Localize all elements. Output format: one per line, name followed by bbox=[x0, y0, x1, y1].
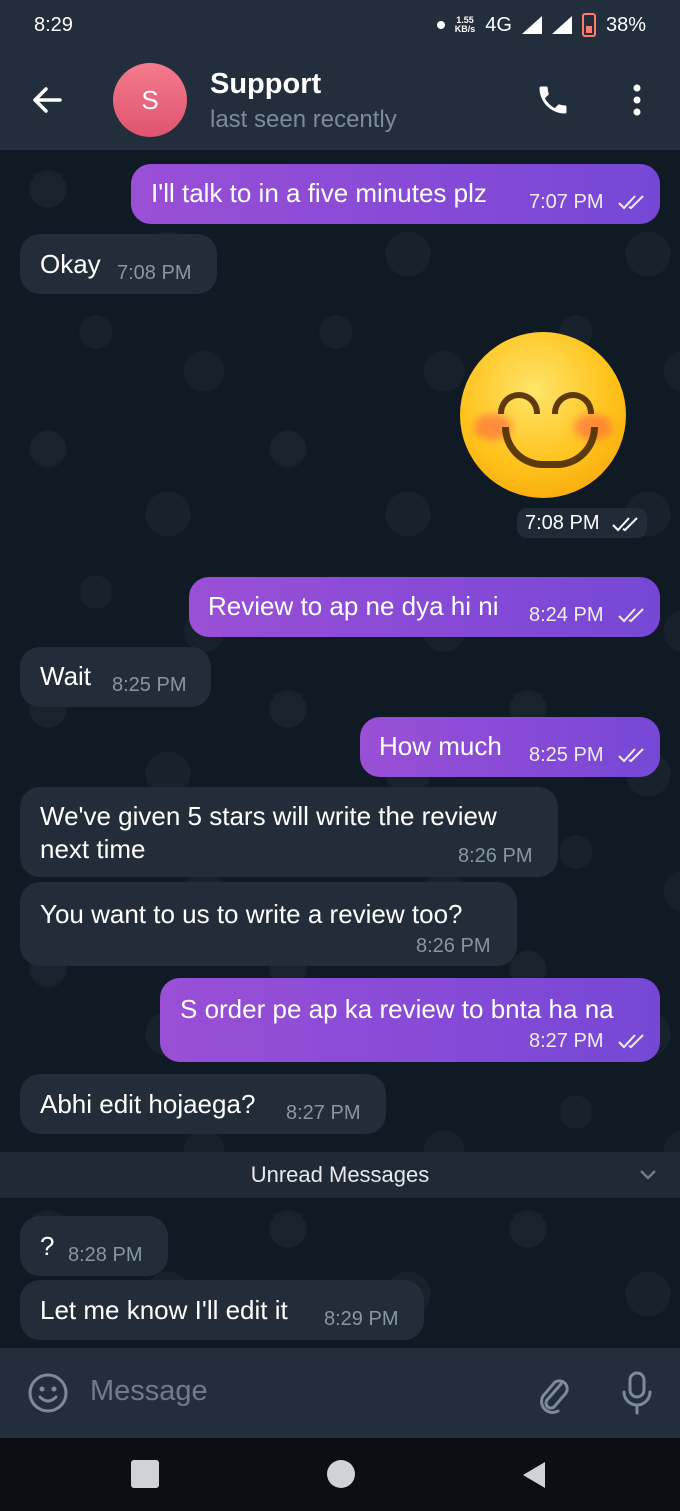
message-text: Review to ap ne dya hi ni bbox=[208, 591, 499, 621]
message-time: 8:27 PM bbox=[529, 1030, 604, 1052]
status-bar: 8:29 1.55 KB/s 4G 38% bbox=[0, 0, 680, 50]
network-type: 4G bbox=[485, 13, 512, 36]
recents-square-icon[interactable] bbox=[131, 1460, 159, 1488]
sticker-smiling-face-icon[interactable] bbox=[460, 332, 626, 498]
unread-messages-divider: Unread Messages bbox=[0, 1152, 680, 1198]
message-text: You want to us to write a review too? bbox=[40, 899, 463, 929]
message-outgoing[interactable]: I'll talk to in a five minutes plz 7:07 … bbox=[131, 164, 660, 224]
back-arrow-icon[interactable] bbox=[30, 82, 66, 118]
message-incoming[interactable]: Okay 7:08 PM bbox=[20, 234, 217, 294]
read-check-icon bbox=[618, 608, 644, 623]
message-text: How much bbox=[379, 731, 502, 761]
battery-percent: 38% bbox=[605, 13, 646, 36]
message-incoming[interactable]: We've given 5 stars will write the revie… bbox=[20, 787, 558, 877]
message-incoming[interactable]: Wait 8:25 PM bbox=[20, 647, 211, 707]
emoji-icon[interactable] bbox=[27, 1372, 69, 1414]
message-text-line-1: We've given 5 stars will write the revie… bbox=[40, 801, 497, 831]
phone-icon[interactable] bbox=[535, 82, 571, 118]
message-outgoing[interactable]: How much 8:25 PM bbox=[360, 717, 660, 777]
microphone-icon[interactable] bbox=[620, 1370, 654, 1416]
avatar[interactable]: S bbox=[113, 63, 187, 137]
network-speed-unit: KB/s bbox=[454, 24, 476, 34]
message-time: 8:25 PM bbox=[529, 744, 604, 766]
chevron-down-icon[interactable] bbox=[638, 1166, 658, 1182]
message-text: Okay bbox=[40, 249, 101, 279]
chat-title[interactable]: Support bbox=[210, 68, 321, 101]
message-time: 8:28 PM bbox=[68, 1244, 143, 1266]
read-check-icon bbox=[618, 748, 644, 763]
message-time: 8:25 PM bbox=[112, 674, 187, 696]
status-time: 8:29 bbox=[34, 13, 73, 36]
message-outgoing[interactable]: Review to ap ne dya hi ni 8:24 PM bbox=[189, 577, 660, 637]
chat-subtitle: last seen recently bbox=[210, 106, 397, 133]
unread-messages-label: Unread Messages bbox=[250, 1162, 430, 1187]
more-vertical-icon[interactable] bbox=[627, 82, 647, 118]
battery-icon bbox=[581, 13, 596, 37]
message-outgoing[interactable]: S order pe ap ka review to bnta ha na 8:… bbox=[160, 978, 660, 1062]
message-text: Abhi edit hojaega? bbox=[40, 1089, 256, 1119]
message-time: 7:08 PM bbox=[525, 512, 600, 534]
message-time: 8:29 PM bbox=[324, 1308, 399, 1330]
read-check-icon bbox=[612, 517, 638, 532]
read-check-icon bbox=[618, 1034, 644, 1049]
message-text: I'll talk to in a five minutes plz bbox=[151, 178, 487, 208]
home-circle-icon[interactable] bbox=[327, 1460, 355, 1488]
message-input[interactable]: Message bbox=[90, 1375, 208, 1408]
message-incoming[interactable]: Abhi edit hojaega? 8:27 PM bbox=[20, 1074, 386, 1134]
system-nav-bar bbox=[0, 1438, 680, 1511]
signal-2-icon bbox=[551, 16, 572, 34]
message-incoming[interactable]: ? 8:28 PM bbox=[20, 1216, 168, 1276]
message-text: Wait bbox=[40, 661, 92, 691]
message-time: 8:24 PM bbox=[529, 604, 604, 626]
message-time: 8:26 PM bbox=[416, 935, 491, 957]
chat-area[interactable]: I'll talk to in a five minutes plz 7:07 … bbox=[0, 150, 680, 1348]
message-time: 7:07 PM bbox=[529, 191, 604, 213]
message-time: 7:08 PM bbox=[117, 262, 192, 284]
avatar-letter: S bbox=[141, 84, 159, 115]
back-triangle-icon[interactable] bbox=[521, 1460, 547, 1490]
message-time: 8:26 PM bbox=[458, 845, 533, 867]
signal-icon bbox=[521, 16, 542, 34]
notification-dot-icon bbox=[436, 21, 445, 29]
chat-header: S Support last seen recently bbox=[0, 50, 680, 150]
message-text: ? bbox=[40, 1231, 55, 1261]
network-speed: 1.55 KB/s bbox=[455, 16, 476, 34]
message-text: Let me know I'll edit it bbox=[40, 1295, 288, 1325]
status-icons: 1.55 KB/s 4G 38% bbox=[436, 13, 646, 37]
sticker-timestamp: 7:08 PM bbox=[517, 508, 647, 538]
paperclip-icon[interactable] bbox=[535, 1372, 571, 1414]
read-check-icon bbox=[618, 195, 644, 210]
message-input-bar: Message bbox=[0, 1348, 680, 1438]
message-incoming[interactable]: You want to us to write a review too? 8:… bbox=[20, 882, 517, 966]
message-text: S order pe ap ka review to bnta ha na bbox=[180, 994, 614, 1024]
message-time: 8:27 PM bbox=[286, 1102, 361, 1124]
message-text-line-2: next time bbox=[40, 834, 146, 864]
message-incoming[interactable]: Let me know I'll edit it 8:29 PM bbox=[20, 1280, 424, 1340]
